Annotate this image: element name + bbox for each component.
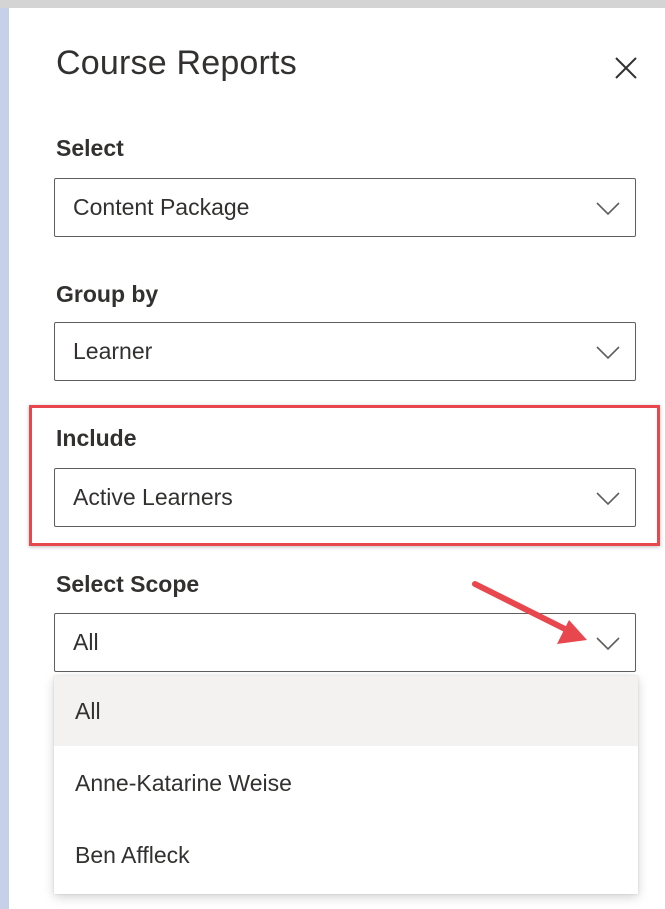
chevron-down-icon (596, 346, 620, 360)
close-button[interactable] (608, 50, 644, 86)
scope-option-ben-affleck[interactable]: Ben Affleck (54, 820, 638, 890)
course-reports-panel: Course Reports Select Content Package Gr… (0, 0, 665, 909)
close-icon (615, 57, 637, 79)
scope-option-label: All (75, 698, 101, 724)
select-value: Content Package (73, 194, 250, 220)
scope-value: All (73, 629, 99, 655)
select-label: Select (56, 135, 124, 161)
scope-option-all[interactable]: All (54, 676, 638, 746)
group-by-label: Group by (56, 281, 159, 307)
group-by-value: Learner (73, 338, 153, 364)
left-edge (0, 0, 9, 909)
chevron-down-icon (596, 202, 620, 216)
panel-title: Course Reports (56, 44, 297, 82)
scope-option-anne-katarine-weise[interactable]: Anne-Katarine Weise (54, 748, 638, 818)
include-highlight-box (29, 405, 660, 546)
scope-option-label: Ben Affleck (75, 842, 190, 868)
arrow-annotation (472, 581, 587, 644)
scope-label: Select Scope (56, 571, 200, 597)
scope-options-menu: All Anne-Katarine Weise Ben Affleck (54, 676, 638, 894)
scope-option-label: Anne-Katarine Weise (75, 770, 292, 796)
group-by-dropdown[interactable]: Learner (54, 322, 636, 381)
top-edge (0, 0, 665, 8)
select-dropdown[interactable]: Content Package (54, 178, 636, 237)
